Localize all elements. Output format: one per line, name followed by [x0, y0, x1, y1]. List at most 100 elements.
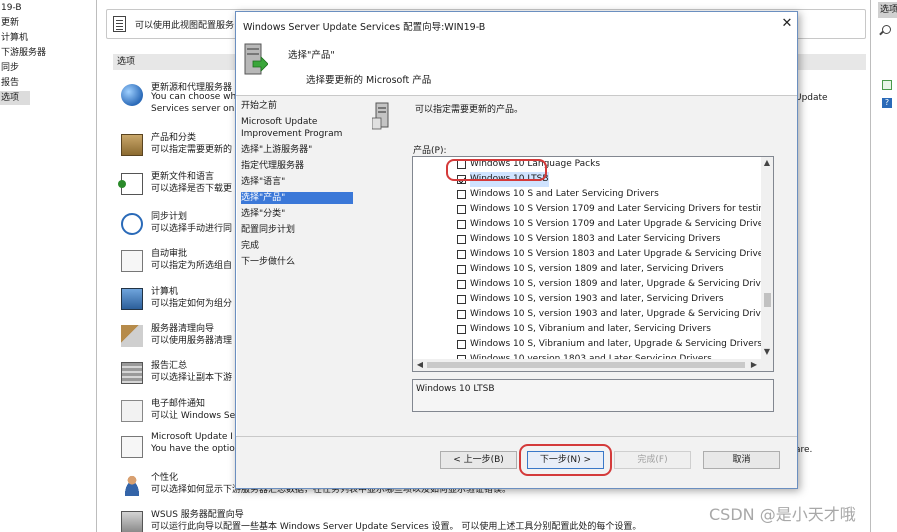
- tree-item-updates[interactable]: 更新: [0, 16, 19, 30]
- step-before-you-begin[interactable]: 开始之前: [241, 100, 353, 112]
- highlight-annotation: [519, 444, 612, 476]
- product-label: Windows 10 S Version 1803 and Later Serv…: [470, 234, 721, 244]
- product-label: Windows 10 S, Vibranium and later, Servi…: [470, 324, 711, 334]
- document-language-icon: [118, 173, 143, 195]
- info-text: 可以使用此视图配置服务: [135, 21, 235, 31]
- product-checkbox[interactable]: [457, 220, 466, 229]
- scroll-up-icon[interactable]: ▲: [763, 158, 771, 168]
- vertical-scrollbar[interactable]: ▲ ▼: [761, 157, 773, 359]
- help-icon[interactable]: ?: [882, 98, 892, 108]
- back-button[interactable]: < 上一步(B): [440, 451, 517, 469]
- product-label: Windows 10 S, version 1903 and later, Se…: [470, 294, 724, 304]
- horizontal-scrollbar[interactable]: ◀ ▶: [413, 359, 773, 371]
- product-checkbox[interactable]: [457, 265, 466, 274]
- product-box-icon: [121, 134, 143, 156]
- tree-divider: [96, 0, 97, 532]
- dialog-title: Windows Server Update Services 配置向导:WIN1…: [243, 22, 486, 33]
- scroll-thumb[interactable]: [427, 362, 745, 368]
- product-server-icon: [372, 102, 389, 130]
- tree-item-downstream-servers[interactable]: 下游服务器: [0, 46, 46, 60]
- server-report-icon: [121, 362, 143, 384]
- product-detail-box: Windows 10 LTSB: [412, 379, 774, 412]
- product-label: Windows 10 S, Vibranium and later, Upgra…: [470, 339, 763, 349]
- step-whats-next[interactable]: 下一步做什么: [241, 256, 353, 268]
- finish-button[interactable]: 完成(F): [614, 451, 691, 469]
- tree-item-server[interactable]: 19-B: [0, 1, 22, 15]
- step-sync-schedule[interactable]: 配置同步计划: [241, 224, 353, 236]
- option-desc: 可以让 Windows Se: [151, 411, 236, 421]
- scroll-thumb[interactable]: [764, 293, 771, 307]
- email-icon: [121, 400, 143, 422]
- step-proxy-server[interactable]: 指定代理服务器: [241, 160, 353, 172]
- option-desc: 可以使用服务器清理: [151, 336, 233, 346]
- tree-item-options[interactable]: 选项: [0, 91, 30, 105]
- wizard-content: 可以指定需要更新的产品。 产品(P): Windows 10 Language …: [357, 96, 797, 436]
- wizard-steps-nav: 开始之前 Microsoft Update Improvement Progra…: [237, 96, 357, 436]
- step-products[interactable]: 选择"产品": [241, 192, 353, 204]
- product-label: Windows 10 S, version 1809 and later, Se…: [470, 264, 724, 274]
- option-title[interactable]: Microsoft Update I: [151, 432, 233, 442]
- product-checkbox[interactable]: [457, 250, 466, 259]
- scroll-left-icon[interactable]: ◀: [415, 360, 425, 370]
- tree-item-reports[interactable]: 报告: [0, 76, 19, 90]
- step-improvement-program[interactable]: Microsoft Update Improvement Program: [241, 116, 353, 140]
- globe-network-icon: [121, 84, 143, 106]
- step-subheading: 选择要更新的 Microsoft 产品: [306, 75, 432, 86]
- option-desc: 可以运行此向导以配置一些基本 Windows Server Update Ser…: [151, 522, 642, 532]
- option-desc: 可以选择让副本下游: [151, 373, 233, 383]
- dialog-header: 选择"产品" 选择要更新的 Microsoft 产品: [236, 38, 797, 96]
- product-checkbox[interactable]: [457, 235, 466, 244]
- option-desc: 可以指定需要更新的: [151, 145, 233, 155]
- close-icon[interactable]: ✕: [780, 17, 794, 31]
- option-desc: You can choose wh: [151, 92, 237, 102]
- step-heading: 选择"产品": [288, 50, 335, 61]
- scroll-right-icon[interactable]: ▶: [749, 360, 759, 370]
- product-checkbox[interactable]: [457, 190, 466, 199]
- product-detail-text: Windows 10 LTSB: [416, 384, 495, 394]
- product-label: Windows 10 S Version 1803 and Later Upgr…: [470, 249, 772, 259]
- refresh-icon[interactable]: [882, 80, 892, 90]
- dialog-title-bar: Windows Server Update Services 配置向导:WIN1…: [236, 12, 797, 38]
- highlight-annotation: [446, 159, 547, 181]
- step-languages[interactable]: 选择"语言": [241, 176, 353, 188]
- step-upstream-server[interactable]: 选择"上游服务器": [241, 144, 353, 156]
- personalization-icon: [121, 474, 143, 496]
- step-description: 可以指定需要更新的产品。: [415, 105, 524, 115]
- watermark: CSDN @是小天才哦: [709, 505, 856, 524]
- product-checkbox[interactable]: [457, 340, 466, 349]
- option-desc: 可以指定为所选组自: [151, 261, 233, 271]
- product-label: Windows 10 S Version 1709 and Later Serv…: [470, 204, 770, 214]
- product-checkbox[interactable]: [457, 280, 466, 289]
- cleanup-brush-icon: [121, 325, 143, 347]
- option-desc-2: Services server on: [151, 104, 235, 114]
- cancel-button[interactable]: 取消: [703, 451, 780, 469]
- product-checkbox[interactable]: [457, 295, 466, 304]
- computer-icon: [121, 288, 143, 310]
- product-label: Windows 10 S, version 1903 and later, Up…: [470, 309, 774, 319]
- option-desc: You have the optio: [151, 444, 235, 454]
- product-checkbox[interactable]: [457, 310, 466, 319]
- auto-approval-icon: [121, 250, 143, 272]
- product-checkbox[interactable]: [457, 205, 466, 214]
- step-classifications[interactable]: 选择"分类": [241, 208, 353, 220]
- step-finished[interactable]: 完成: [241, 240, 353, 252]
- actions-pane: 选项 ?: [872, 0, 897, 532]
- microsoft-update-icon: [121, 436, 143, 458]
- products-list[interactable]: Windows 10 Language Packs Windows 10 LTS…: [412, 156, 774, 372]
- dialog-footer: < 上一步(B) 下一步(N) > 完成(F) 取消: [236, 437, 797, 488]
- option-desc: 可以选择是否下载更: [151, 184, 233, 194]
- product-label: Windows 10 S, version 1809 and later, Up…: [470, 279, 774, 289]
- actions-divider: [870, 0, 871, 532]
- tree-item-sync[interactable]: 同步: [0, 61, 19, 75]
- product-checkbox[interactable]: [457, 325, 466, 334]
- sync-clock-icon: [121, 213, 143, 235]
- wsus-config-wizard-dialog: Windows Server Update Services 配置向导:WIN1…: [235, 11, 798, 489]
- scroll-down-icon[interactable]: ▼: [763, 347, 771, 357]
- actions-header: 选项: [878, 2, 897, 18]
- option-desc: 可以指定如何为组分: [151, 299, 233, 309]
- product-label: Windows 10 S Version 1709 and Later Upgr…: [470, 219, 772, 229]
- tree-item-computers[interactable]: 计算机: [0, 31, 28, 45]
- info-document-icon: [113, 16, 126, 32]
- products-label: 产品(P):: [413, 146, 447, 156]
- search-icon[interactable]: [882, 25, 891, 34]
